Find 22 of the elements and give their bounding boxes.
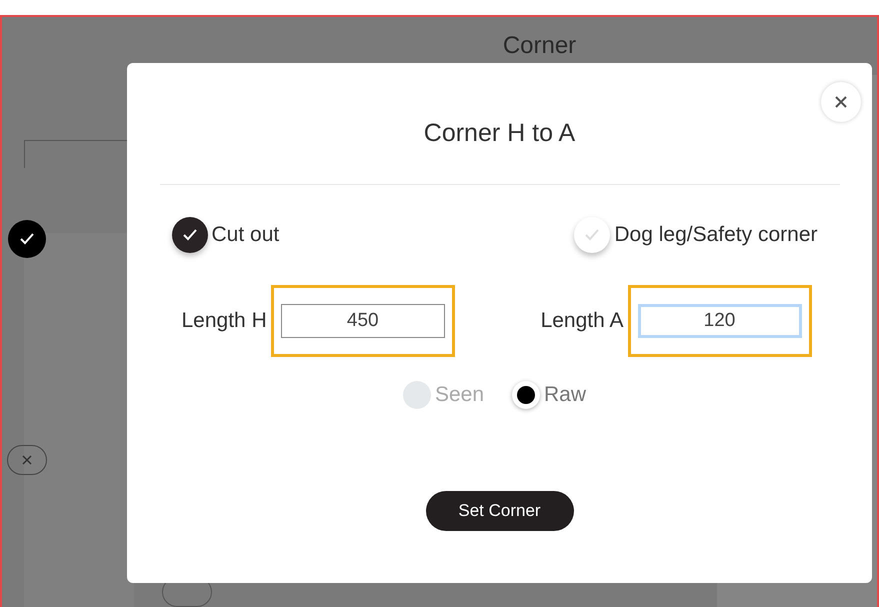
page-title: Corner [502,31,576,61]
close-button[interactable] [821,82,861,122]
set-corner-button[interactable]: Set Corner [426,490,574,530]
radio-label: Raw [544,382,586,408]
remove-button[interactable] [7,445,47,475]
close-icon [22,455,32,465]
checkbox[interactable] [574,217,610,253]
field-label: Length H [182,308,267,334]
field-label: Length A [540,308,624,334]
close-icon [835,96,847,108]
check-toggle[interactable] [8,220,46,258]
checkbox[interactable] [172,217,208,253]
option-label: Cut out [212,222,280,248]
check-icon [20,233,34,245]
dialog-title: Corner H to A [424,118,576,149]
radio-button[interactable] [512,380,540,409]
length-input[interactable]: 450 [280,304,445,338]
check-icon [585,229,600,241]
check-icon [182,229,196,241]
option-label: Dog leg/Safety corner [614,222,818,248]
length-input[interactable]: 120 [638,304,802,338]
radio-label: Seen [434,382,484,408]
